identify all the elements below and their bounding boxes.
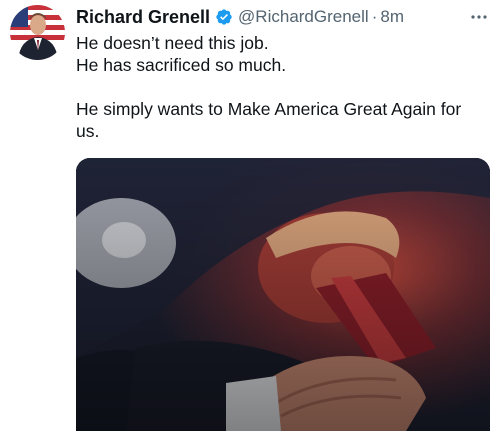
verified-badge-icon	[215, 8, 233, 26]
header-separator: ·	[371, 7, 378, 26]
tweet-text-line: us.	[76, 121, 100, 141]
tweet-text-line: He simply wants to Make America Great Ag…	[76, 99, 462, 119]
tweet-text: He doesn’t need this job. He has sacrifi…	[76, 32, 496, 142]
tweet-header: Richard Grenell @RichardGrenell · 8m	[76, 6, 404, 28]
author-display-name[interactable]: Richard Grenell	[76, 7, 210, 28]
tweet: Richard Grenell @RichardGrenell · 8m He …	[0, 0, 500, 431]
author-handle[interactable]: @RichardGrenell	[238, 7, 369, 27]
more-options-icon[interactable]	[469, 10, 489, 22]
tweet-text-line: He has sacrificed so much.	[76, 55, 287, 75]
author-avatar[interactable]	[10, 5, 65, 60]
tweet-photo[interactable]	[76, 158, 490, 431]
tweet-text-line: He doesn’t need this job.	[76, 33, 269, 53]
tweet-timestamp[interactable]: 8m	[380, 7, 404, 27]
